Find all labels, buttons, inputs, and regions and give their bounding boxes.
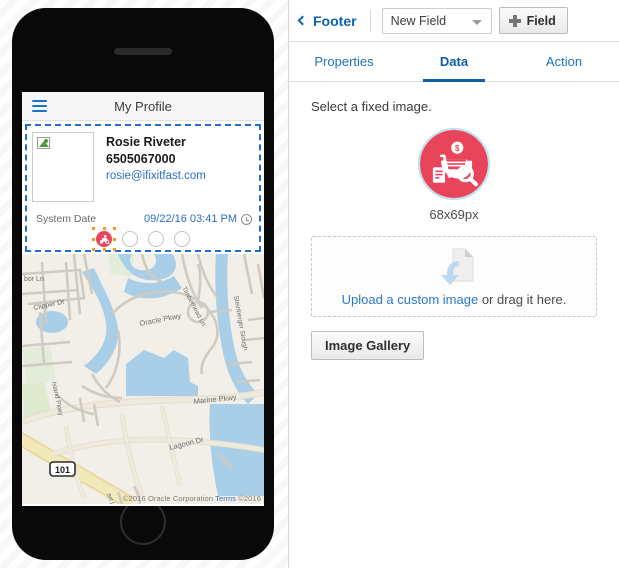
phone-screen: My Profile Rosie Riveter 6505067000 rosi…	[22, 92, 264, 506]
system-date-value: 09/22/16 03:41 PM	[144, 213, 237, 225]
system-date-label: System Date	[36, 213, 97, 225]
selection-handle[interactable]	[92, 227, 95, 230]
dropzone-rest-text: or drag it here.	[478, 291, 567, 307]
system-date-value-wrap: 09/22/16 03:41 PM	[144, 213, 252, 225]
map-copyright: ©2016 Oracle Corporation	[123, 494, 214, 503]
back-to-footer-link[interactable]: Footer	[297, 12, 357, 29]
image-dimensions-label: 68x69px	[429, 207, 479, 222]
map-view[interactable]: bor Ln Clipper Dr Oracle Pkwy Timberhead…	[22, 254, 264, 504]
app-root: My Profile Rosie Riveter 6505067000 rosi…	[0, 0, 619, 568]
map-graphic: bor Ln Clipper Dr Oracle Pkwy Timberhead…	[22, 254, 264, 504]
tab-properties[interactable]: Properties	[289, 42, 399, 81]
selection-handle[interactable]	[92, 248, 95, 251]
shopper-cart-search-icon[interactable]: $	[418, 128, 490, 200]
svg-text:bor Ln: bor Ln	[24, 276, 44, 283]
selection-handle[interactable]	[102, 248, 106, 251]
system-date-row: System Date 09/22/16 03:41 PM	[32, 213, 254, 225]
empty-circle-icon[interactable]	[122, 231, 138, 247]
upload-custom-image-link[interactable]: Upload a custom image	[342, 292, 479, 307]
profile-row: Rosie Riveter 6505067000 rosie@ifixitfas…	[32, 132, 254, 202]
clock-icon	[241, 213, 252, 225]
chevron-left-icon	[297, 15, 308, 26]
properties-tabs: Properties Data Action	[289, 42, 619, 82]
profile-phone: 6505067000	[106, 152, 176, 166]
footer-icon-row	[32, 227, 254, 251]
add-field-button[interactable]: Field	[498, 7, 568, 34]
svg-text:101: 101	[55, 465, 70, 475]
plus-icon	[508, 14, 521, 27]
selected-profile-block[interactable]: Rosie Riveter 6505067000 rosie@ifixitfas…	[25, 124, 261, 252]
mobile-app-title: My Profile	[114, 99, 172, 114]
selection-handle[interactable]	[113, 237, 116, 241]
add-field-label: Field	[526, 13, 556, 28]
phone-mockup: My Profile Rosie Riveter 6505067000 rosi…	[12, 8, 274, 560]
instruction-text: Select a fixed image.	[311, 99, 432, 114]
hamburger-menu-icon[interactable]	[32, 100, 47, 112]
topbar-divider	[369, 9, 371, 32]
empty-circle-icon[interactable]	[174, 231, 190, 247]
profile-email[interactable]: rosie@ifixitfast.com	[106, 168, 206, 185]
map-attribution: ©2016 Oracle Corporation Terms ©2016	[22, 494, 264, 503]
tab-data[interactable]: Data	[399, 42, 509, 82]
selection-handle[interactable]	[92, 237, 95, 241]
selection-handle[interactable]	[113, 227, 116, 230]
broken-image-icon	[37, 137, 50, 149]
data-tab-body: Select a fixed image. $ 68x69px Upload a…	[289, 82, 619, 360]
dropzone-text: Upload a custom image or drag it here.	[342, 292, 567, 307]
map-copyright-tail: ©2016	[238, 494, 261, 503]
tab-action[interactable]: Action	[509, 42, 619, 81]
device-preview-pane: My Profile Rosie Riveter 6505067000 rosi…	[0, 0, 288, 568]
empty-circle-icon[interactable]	[148, 231, 164, 247]
highway-shield-101: 101	[49, 461, 76, 477]
new-field-select-value: New Field	[390, 13, 447, 28]
properties-pane: Footer New Field Field Properties Data A…	[288, 0, 619, 568]
caret-down-icon	[471, 19, 482, 25]
properties-topbar: Footer New Field Field	[289, 0, 619, 42]
back-label: Footer	[313, 12, 357, 29]
mobile-app-bar: My Profile	[22, 92, 264, 121]
upload-document-arrow-icon	[431, 247, 477, 287]
phone-speaker	[114, 48, 172, 55]
image-gallery-label: Image Gallery	[325, 338, 411, 353]
image-dropzone[interactable]: Upload a custom image or drag it here.	[311, 236, 597, 317]
fixed-image-preview: $ 68x69px	[311, 128, 597, 222]
svg-text:$: $	[455, 144, 460, 153]
selection-handle[interactable]	[102, 227, 106, 230]
avatar	[32, 132, 94, 202]
image-gallery-button[interactable]: Image Gallery	[311, 331, 425, 360]
selected-shopper-icon[interactable]	[92, 227, 116, 251]
new-field-select[interactable]: New Field	[381, 7, 492, 34]
profile-info: Rosie Riveter 6505067000 rosie@ifixitfas…	[94, 132, 206, 202]
map-terms-link[interactable]: Terms	[215, 494, 236, 503]
profile-name: Rosie Riveter	[106, 135, 186, 149]
selection-handle[interactable]	[113, 248, 116, 251]
